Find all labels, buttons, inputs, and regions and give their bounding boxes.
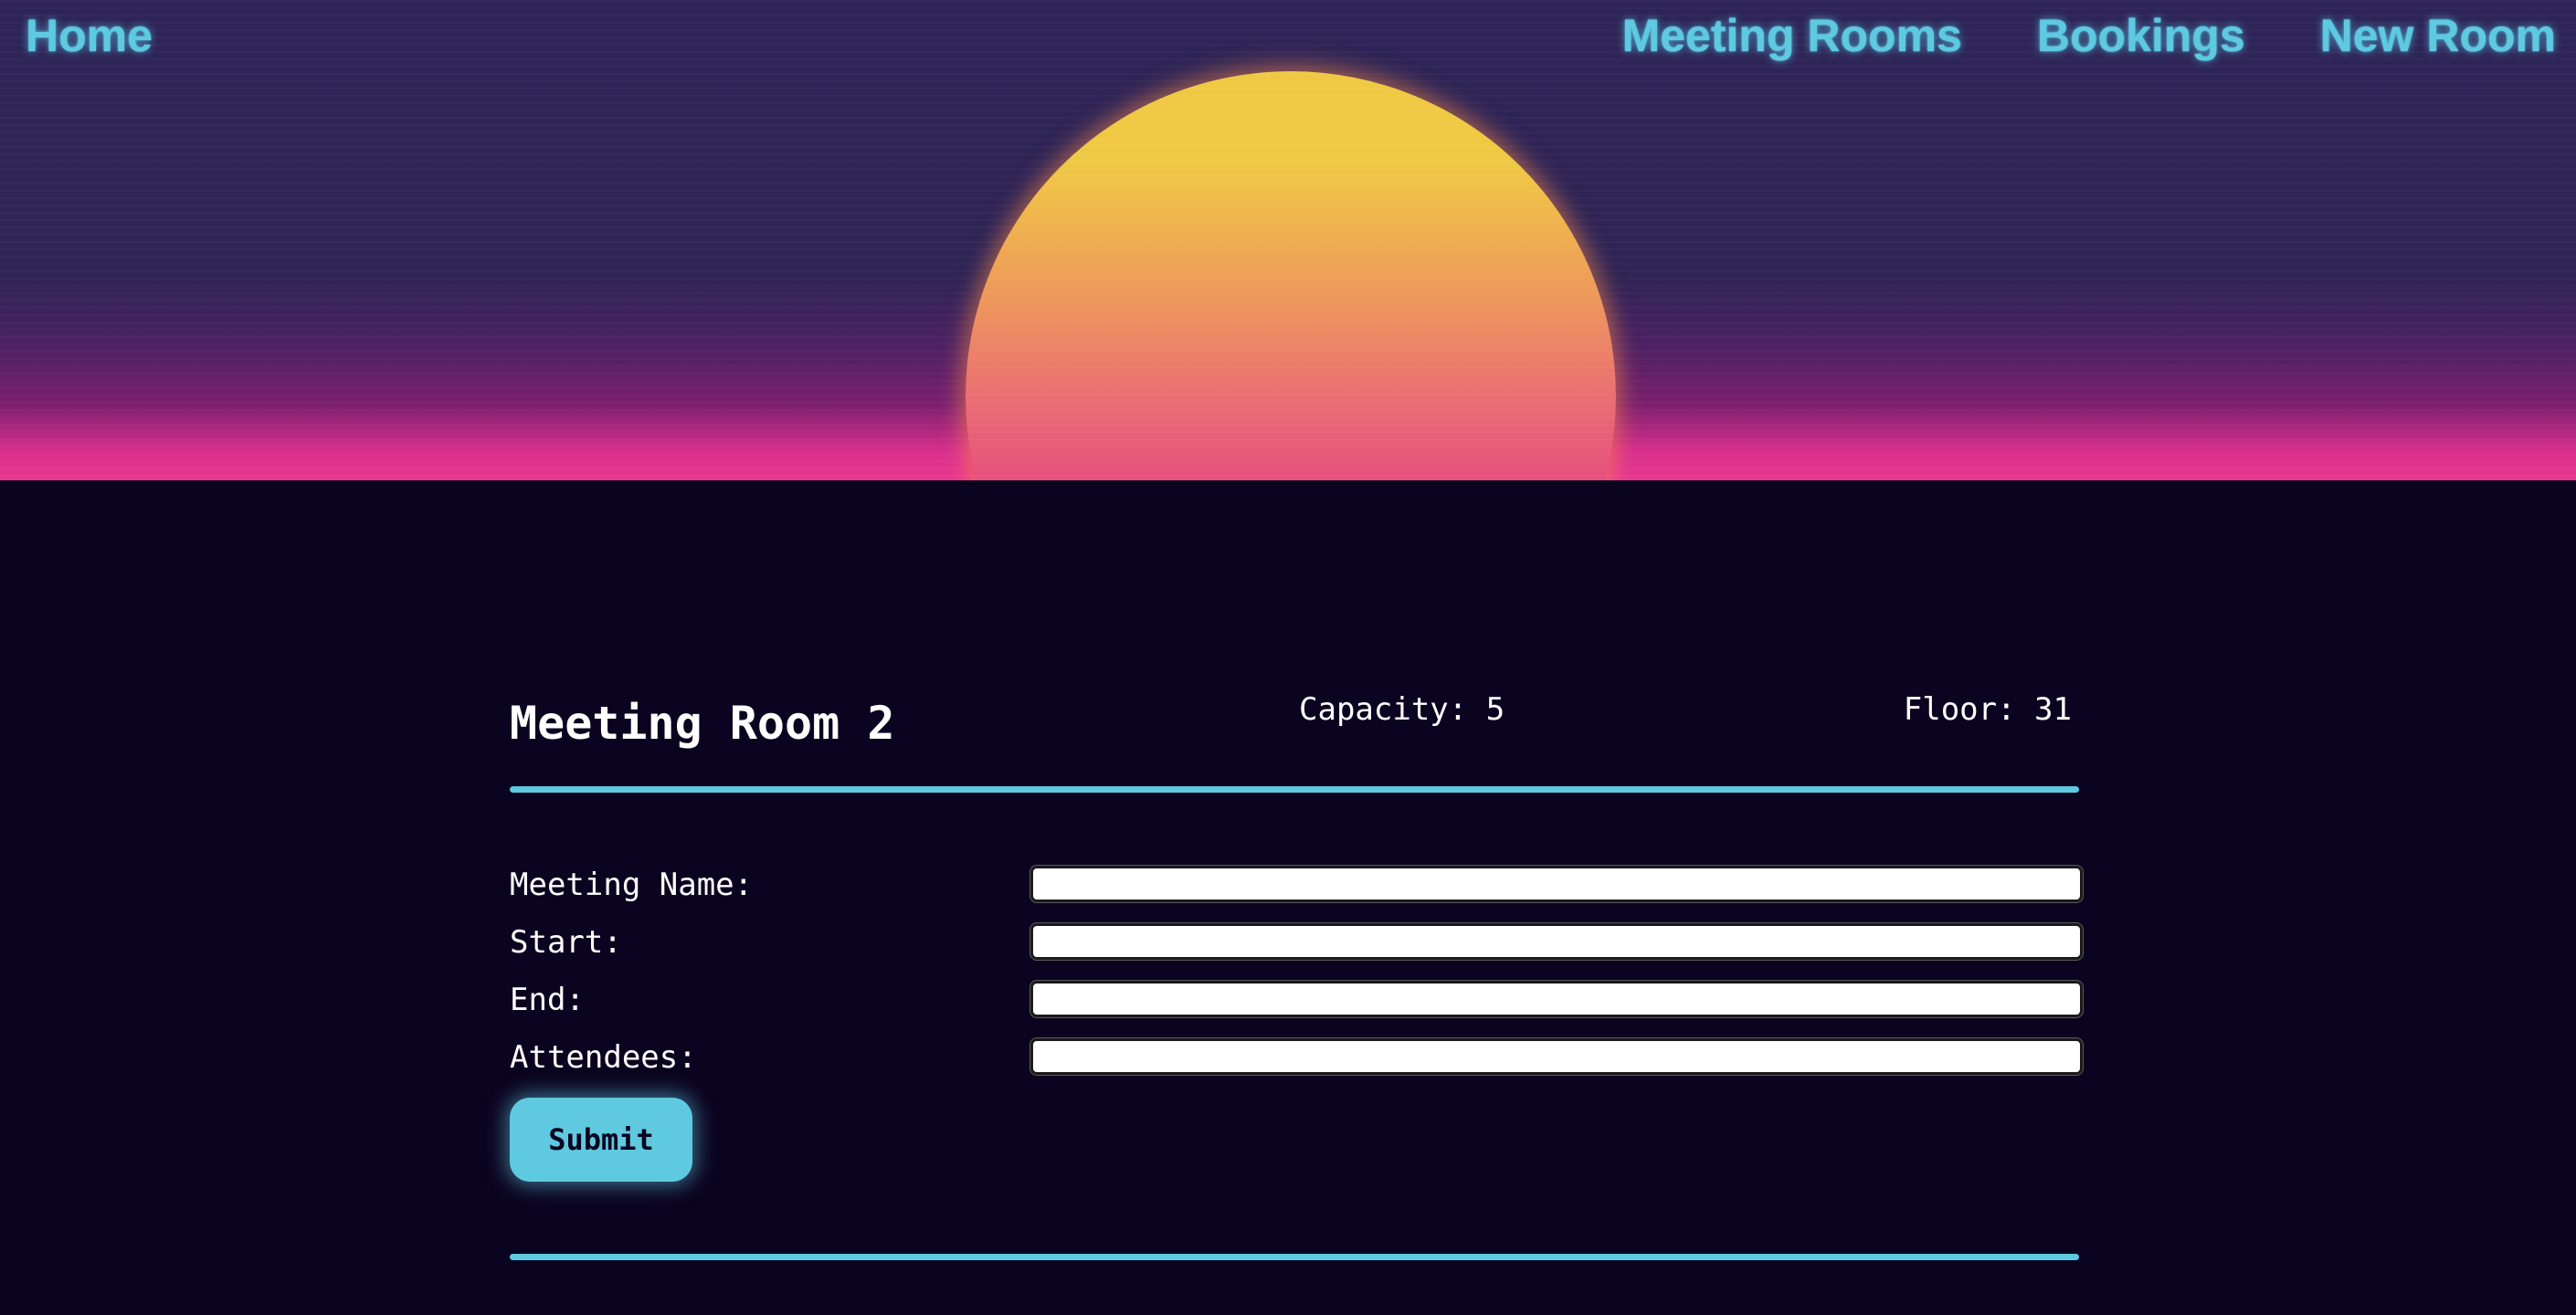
room-floor: Floor: 31 (1903, 691, 2072, 728)
attendees-label: Attendees: (510, 1039, 697, 1076)
attendees-input[interactable] (1030, 1038, 2083, 1075)
meeting-name-label: Meeting Name: (510, 867, 754, 903)
nav-bookings-link[interactable]: Bookings (2037, 5, 2245, 66)
form-row-start: Start: (510, 921, 2083, 979)
end-input[interactable] (1030, 981, 2083, 1017)
nav-new-room-link[interactable]: New Room (2320, 5, 2556, 66)
room-title: Meeting Room 2 (510, 697, 895, 750)
sunset-sun-graphic (966, 71, 1616, 480)
room-header: Meeting Room 2 Capacity: 5 Floor: 31 (510, 480, 2079, 791)
end-label: End: (510, 982, 585, 1018)
start-input[interactable] (1030, 923, 2083, 960)
main-nav: Meeting Rooms Bookings New Room (1622, 5, 2556, 66)
form-row-attendees: Attendees: (510, 1036, 2083, 1094)
room-capacity: Capacity: 5 (1299, 691, 1505, 728)
start-label: Start: (510, 924, 622, 961)
booking-form: Meeting Name: Start: End: Attendees: (510, 864, 2083, 1094)
room-booking-panel: Meeting Room 2 Capacity: 5 Floor: 31 Mee… (510, 480, 2083, 1260)
hero-banner (0, 0, 2576, 480)
nav-home-link[interactable]: Home (26, 5, 153, 66)
submit-button[interactable]: Submit (510, 1098, 692, 1182)
form-row-end: End: (510, 979, 2083, 1036)
header-divider (510, 786, 2079, 793)
form-row-meeting-name: Meeting Name: (510, 864, 2083, 921)
nav-meeting-rooms-link[interactable]: Meeting Rooms (1622, 5, 1962, 66)
footer-divider (510, 1254, 2079, 1260)
meeting-name-input[interactable] (1030, 866, 2083, 902)
